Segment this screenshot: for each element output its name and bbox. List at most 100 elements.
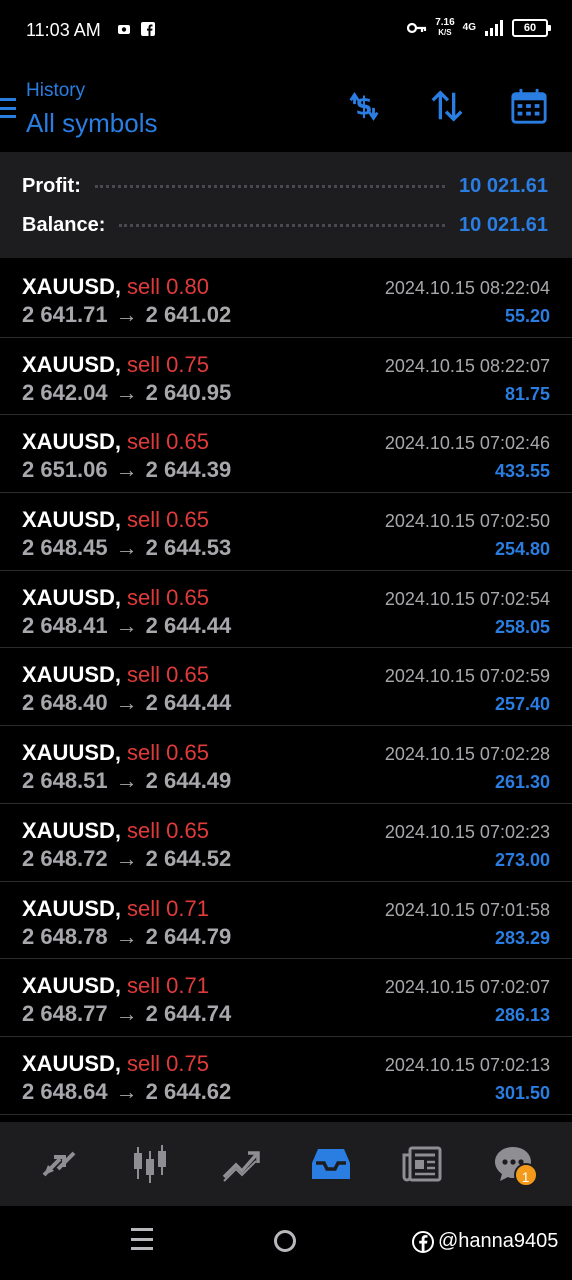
battery-indicator: 60: [512, 19, 551, 37]
deal-symbol: XAUUSD,: [22, 662, 122, 688]
deal-symbol: XAUUSD,: [22, 351, 122, 377]
nav-history[interactable]: [302, 1135, 360, 1193]
deal-row[interactable]: XAUUSD, sell 0.71 2 648.78 → 2 644.79 2024.10…: [0, 882, 572, 960]
header-subtitle: History: [26, 80, 86, 101]
deal-symbol: XAUUSD,: [22, 895, 122, 921]
menu-icon[interactable]: [0, 98, 16, 118]
deal-symbol: XAUUSD,: [22, 973, 122, 999]
balance-value: 10 021.61: [459, 213, 548, 236]
open-price: 2 642.04: [22, 379, 108, 405]
deal-profit: 286.13: [494, 1005, 550, 1026]
nav-chat[interactable]: 1: [484, 1135, 542, 1193]
nav-trade[interactable]: [212, 1135, 270, 1193]
deal-profit: 55.20: [504, 306, 550, 326]
deal-side: sell 0.71: [127, 973, 209, 999]
deal-time: 2024.10.15 07:02:07: [384, 977, 550, 998]
arrow-icon: →: [115, 845, 138, 871]
deal-time: 2024.10.15 07:02:54: [384, 588, 550, 609]
deal-row[interactable]: XAUUSD, sell 0.65 2 648.40 → 2 644.44 2024.10…: [0, 648, 572, 727]
deal-prices: 2 641.71 → 2 641.02: [22, 302, 231, 328]
nav-news[interactable]: [393, 1135, 451, 1193]
deal-row[interactable]: XAUUSD, sell 0.65 2 648.51 → 2 644.49 2024.10…: [0, 726, 572, 804]
deal-time: 2024.10.15 07:02:13: [384, 1054, 550, 1075]
arrow-icon: →: [115, 612, 138, 638]
chart-icon: [133, 1145, 166, 1183]
sort-button[interactable]: [427, 86, 467, 126]
nav-chart[interactable]: [121, 1135, 179, 1193]
net-speed-unit: K/S: [438, 28, 452, 37]
deal-row[interactable]: XAUUSD, sell 0.75 2 648.64 → 2 644.62 2024.10…: [0, 1037, 572, 1115]
news-icon: [402, 1146, 442, 1182]
deal-profit: 258.05: [494, 616, 550, 637]
deal-symbol: XAUUSD,: [22, 584, 122, 610]
open-price: 2 651.06: [22, 457, 108, 483]
deal-prices: 2 648.40 → 2 644.44: [22, 690, 231, 716]
deal-symbol: XAUUSD,: [22, 429, 122, 455]
arrow-icon: →: [115, 923, 138, 949]
deal-side: sell 0.65: [127, 584, 209, 610]
deal-side: sell 0.80: [127, 274, 209, 299]
symbol-filter[interactable]: All symbols: [26, 108, 157, 139]
close-price: 2 644.53: [145, 535, 232, 561]
watermark-text: @hanna9405: [438, 1230, 559, 1252]
deal-row[interactable]: XAUUSD, sell 0.65 2 648.72 → 2 644.52 2024.10…: [0, 804, 572, 882]
deal-time: 2024.10.15 07:02:28: [384, 744, 550, 765]
arrow-icon: →: [115, 768, 138, 794]
deal-row[interactable]: XAUUSD, sell 0.71 2 648.77 → 2 644.74 2024.10…: [0, 959, 572, 1037]
home-button[interactable]: [274, 1230, 296, 1252]
open-price: 2 648.40: [22, 690, 108, 716]
deal-profit: 273.00: [494, 849, 550, 870]
open-price: 2 648.45: [22, 535, 108, 561]
deal-symbol: XAUUSD,: [22, 274, 122, 299]
currency-exchange-button[interactable]: $: [344, 86, 384, 126]
dotted-leader: [119, 223, 446, 227]
deal-prices: 2 648.78 → 2 644.79: [22, 924, 231, 950]
arrow-icon: →: [115, 457, 138, 483]
open-price: 2 648.51: [22, 768, 108, 794]
close-price: 2 644.39: [145, 457, 232, 483]
balance-label: Balance:: [22, 213, 106, 236]
deal-row[interactable]: XAUUSD, sell 0.65 2 651.06 → 2 644.39 2024.10…: [0, 415, 572, 494]
open-price: 2 648.72: [22, 845, 108, 871]
close-price: 2 644.52: [145, 845, 232, 871]
deal-time: 2024.10.15 08:22:07: [384, 355, 550, 376]
arrow-icon: →: [115, 379, 138, 405]
app-header: History All symbols $: [0, 64, 572, 152]
deal-row[interactable]: XAUUSD, sell 0.80 2 641.71 → 2 641.02 2024.10…: [0, 260, 572, 338]
quotes-icon: [42, 1151, 76, 1177]
calendar-button[interactable]: [509, 86, 549, 126]
balance-row: Balance: 10 021.61: [22, 210, 548, 240]
facebook-logo-icon: [412, 1230, 434, 1253]
system-nav-bar: @hanna9405: [0, 1206, 572, 1280]
arrow-icon: →: [115, 302, 138, 327]
nav-quotes[interactable]: [30, 1135, 88, 1193]
deal-prices: 2 651.06 → 2 644.39: [22, 457, 231, 483]
net-speed-value: 7.16: [435, 17, 455, 28]
network-speed: 7.16 K/S: [435, 18, 454, 38]
deal-prices: 2 648.45 → 2 644.53: [22, 535, 231, 561]
status-notification-icons: [117, 22, 155, 36]
open-price: 2 648.64: [22, 1078, 108, 1104]
deal-profit: 283.29: [494, 927, 550, 948]
deal-time: 2024.10.15 07:02:59: [384, 666, 550, 687]
deal-symbol: XAUUSD,: [22, 740, 122, 766]
deal-profit: 257.40: [494, 694, 550, 715]
profit-value: 10 021.61: [459, 174, 548, 197]
watermark: @hanna9405: [412, 1230, 558, 1253]
arrow-icon: →: [115, 1001, 138, 1027]
profit-label: Profit:: [22, 174, 81, 197]
deal-profit: 254.80: [494, 539, 550, 560]
close-price: 2 644.49: [145, 768, 232, 794]
signal-icon: [485, 20, 503, 36]
deal-time: 2024.10.15 07:02:23: [384, 821, 550, 842]
open-price: 2 648.77: [22, 1001, 108, 1027]
deal-prices: 2 648.72 → 2 644.52: [22, 846, 231, 872]
deal-prices: 2 648.51 → 2 644.49: [22, 768, 231, 794]
deal-row[interactable]: XAUUSD, sell 0.65 2 648.45 → 2 644.53 2024.10…: [0, 493, 572, 571]
recent-apps-button[interactable]: [131, 1228, 153, 1250]
deal-row[interactable]: XAUUSD, sell 0.75 2 642.04 → 2 640.95 2024.10…: [0, 338, 572, 416]
arrow-icon: →: [115, 535, 138, 561]
deal-profit: 261.30: [494, 772, 550, 793]
deal-row[interactable]: XAUUSD, sell 0.65 2 648.41 → 2 644.44 2024.10…: [0, 571, 572, 649]
close-price: 2 641.02: [145, 302, 232, 327]
